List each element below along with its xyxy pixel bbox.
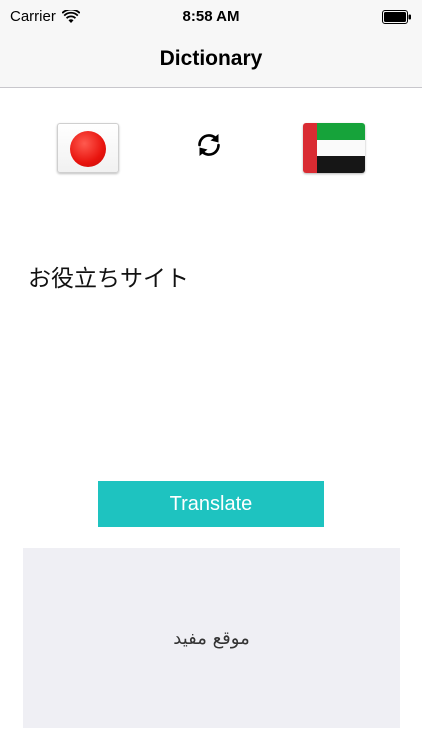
battery-icon — [382, 10, 411, 24]
source-text-input[interactable]: お役立ちサイト — [28, 259, 388, 293]
japan-flag-icon — [57, 123, 119, 173]
translation-result-panel: موقع مفيد — [23, 548, 400, 728]
navigation-bar: Dictionary — [0, 34, 422, 88]
status-bar: Carrier 8:58 AM — [0, 0, 422, 34]
translate-button[interactable]: Translate — [98, 481, 324, 527]
status-time: 8:58 AM — [182, 8, 240, 25]
swap-arrows-icon — [198, 134, 220, 156]
swap-languages-button[interactable] — [192, 128, 226, 162]
uae-flag-icon — [303, 123, 365, 173]
page-title: Dictionary — [159, 47, 263, 70]
source-language-button[interactable] — [57, 123, 119, 173]
dictionary-screen: Carrier 8:58 AM Dictionary お役立ちサイト Trans… — [0, 0, 422, 750]
translation-result-text: موقع مفيد — [173, 628, 250, 649]
target-language-button[interactable] — [303, 123, 365, 173]
